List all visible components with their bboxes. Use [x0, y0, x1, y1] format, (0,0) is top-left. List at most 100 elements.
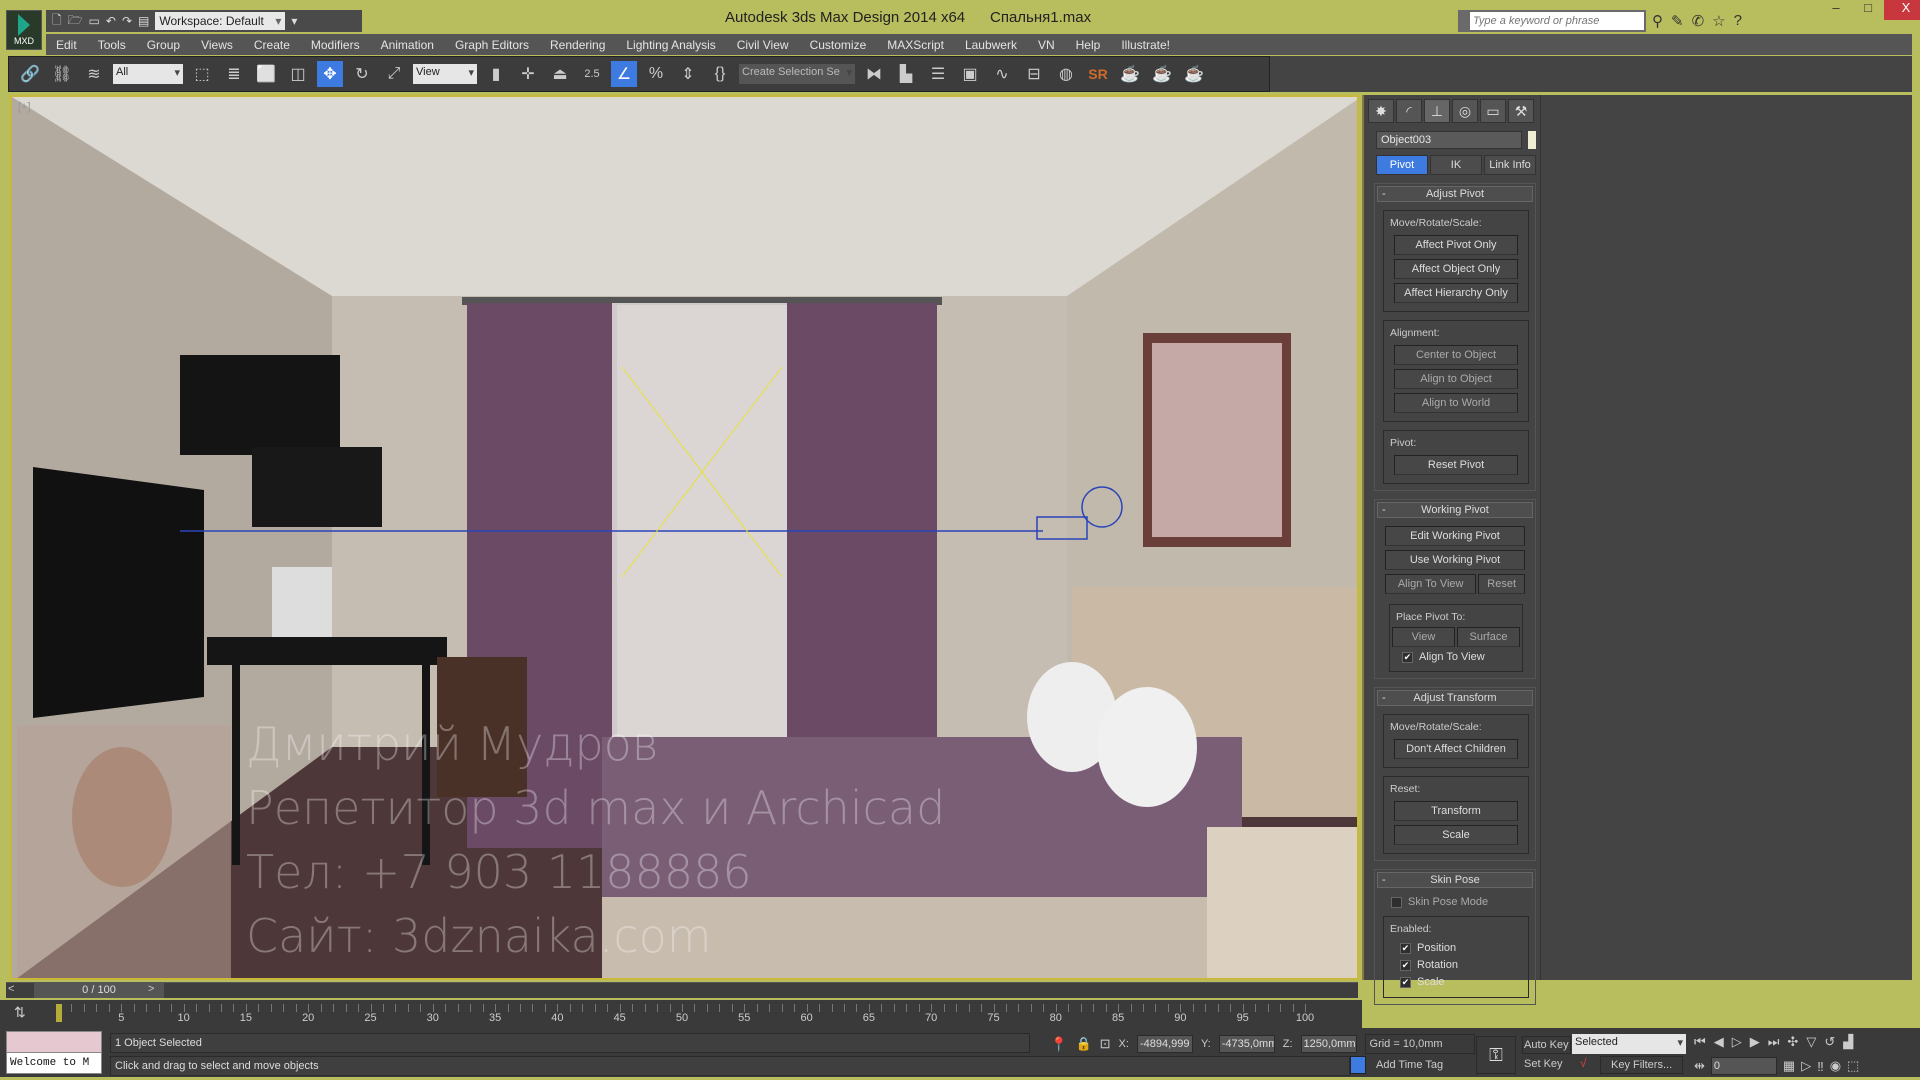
open-file-icon[interactable]: 🗁 — [68, 11, 83, 32]
play-icon[interactable]: ▷ — [1732, 1034, 1742, 1050]
camera-viewport[interactable]: [+] Дмитрий Мудров Репетитор 3d max и Ar… — [10, 95, 1359, 980]
x-coordinate-field[interactable]: -4894,999 — [1136, 1035, 1193, 1053]
place-surface-button[interactable]: Surface — [1457, 627, 1520, 647]
z-coordinate-field[interactable]: 1250,0mm — [1300, 1035, 1357, 1053]
default-in-out-tangent-icon[interactable]: √ — [1580, 1056, 1587, 1070]
time-tag-icon[interactable] — [1350, 1056, 1366, 1074]
render-setup-icon[interactable]: ☕ — [1117, 61, 1143, 87]
align-to-object-button[interactable]: Align to Object — [1394, 369, 1518, 389]
select-by-name-icon[interactable]: ≣ — [221, 61, 247, 87]
scene-explorer-icon[interactable]: ▣ — [957, 61, 983, 87]
rollout-header[interactable]: Skin Pose — [1377, 872, 1533, 888]
menu-help[interactable]: Help — [1076, 38, 1101, 52]
rendered-frame-window-icon[interactable]: ☕ — [1149, 61, 1175, 87]
menu-graph-editors[interactable]: Graph Editors — [455, 38, 529, 52]
menu-vn[interactable]: VN — [1038, 38, 1055, 52]
rollout-header[interactable]: Adjust Pivot — [1377, 186, 1533, 202]
save-icon[interactable]: ▭ — [89, 14, 100, 28]
absolute-mode-icon[interactable]: ⊡ — [1100, 1036, 1111, 1052]
motion-tab-icon[interactable]: ◎ — [1452, 99, 1478, 123]
render-production-icon[interactable]: ☕ — [1181, 61, 1207, 87]
rollout-header[interactable]: Working Pivot — [1377, 502, 1533, 518]
time-configuration-icon[interactable]: ▦ — [1783, 1058, 1795, 1074]
align-icon[interactable]: ▙ — [893, 61, 919, 87]
window-crossing-icon[interactable]: ◫ — [285, 61, 311, 87]
current-frame-field[interactable]: 0 — [1710, 1057, 1777, 1075]
render-sr-icon[interactable]: SR — [1085, 61, 1111, 87]
affect-hierarchy-only-button[interactable]: Affect Hierarchy Only — [1394, 283, 1518, 303]
angle-snap-icon[interactable]: ∠ — [611, 61, 637, 87]
next-frame-icon[interactable]: > — [148, 983, 154, 995]
keyboard-shortcut-override-icon[interactable]: ⏏ — [547, 61, 573, 87]
scale-checkbox[interactable]: ✔ Scale — [1400, 976, 1512, 988]
reset-scale-button[interactable]: Scale — [1394, 825, 1518, 845]
ik-tab[interactable]: IK — [1430, 155, 1482, 175]
reset-working-pivot-button[interactable]: Reset — [1478, 574, 1525, 594]
y-coordinate-field[interactable]: -4735,0mm — [1218, 1035, 1275, 1053]
percent-snap-icon[interactable]: % — [643, 61, 669, 87]
selection-filter-dropdown[interactable]: All — [113, 64, 183, 84]
communication-icon[interactable]: ✆ — [1692, 12, 1705, 30]
menu-maxscript[interactable]: MAXScript — [887, 38, 944, 52]
min-max-toggle-icon[interactable]: ⬚ — [1847, 1058, 1859, 1074]
binoculars-icon[interactable]: ⚲ — [1652, 12, 1663, 30]
key-icon[interactable]: ✎ — [1671, 12, 1684, 30]
qat-customize-icon[interactable]: ▾ — [291, 14, 297, 28]
reference-coordinate-dropdown[interactable]: View — [413, 64, 477, 84]
favorites-star-icon[interactable]: ☆ — [1712, 12, 1725, 30]
create-tab-icon[interactable]: ✸ — [1368, 99, 1394, 123]
menu-laubwerk[interactable]: Laubwerk — [965, 38, 1017, 52]
workspace-dropdown[interactable]: Workspace: Default — [155, 12, 286, 30]
go-to-end-icon[interactable]: ⏭ — [1768, 1034, 1780, 1050]
use-working-pivot-button[interactable]: Use Working Pivot — [1385, 550, 1525, 570]
viewport-label[interactable]: [+] — [18, 101, 31, 113]
redo-icon[interactable]: ↷ — [122, 14, 132, 28]
orbit-icon[interactable]: ↺ — [1824, 1034, 1835, 1050]
affect-object-only-button[interactable]: Affect Object Only — [1394, 259, 1518, 279]
modify-tab-icon[interactable]: ◜ — [1396, 99, 1422, 123]
key-filters-button[interactable]: Key Filters... — [1600, 1056, 1684, 1074]
select-object-icon[interactable]: ⬚ — [189, 61, 215, 87]
center-to-object-button[interactable]: Center to Object — [1394, 345, 1518, 365]
material-editor-icon[interactable]: ◍ — [1053, 61, 1079, 87]
minimize-button[interactable]: – — [1820, 0, 1852, 20]
edit-working-pivot-button[interactable]: Edit Working Pivot — [1385, 526, 1525, 546]
edit-named-selection-icon[interactable]: {} — [707, 61, 733, 87]
schematic-view-icon[interactable]: ⊟ — [1021, 61, 1047, 87]
undo-icon[interactable]: ↶ — [106, 14, 116, 28]
spinner-snap-icon[interactable]: ⇕ — [675, 61, 701, 87]
manipulate-icon[interactable]: ✛ — [515, 61, 541, 87]
place-view-button[interactable]: View — [1392, 627, 1455, 647]
hierarchy-tab-icon[interactable]: ⊥ — [1424, 99, 1450, 123]
curve-editor-toggle-icon[interactable]: ⇅ — [14, 1004, 26, 1021]
key-mode-toggle-icon[interactable]: ⇹ — [1694, 1058, 1705, 1074]
align-to-world-button[interactable]: Align to World — [1394, 393, 1518, 413]
key-mode-dropdown[interactable]: Selected — [1572, 1034, 1686, 1054]
dont-affect-children-button[interactable]: Don't Affect Children — [1394, 739, 1518, 759]
set-keys-key-icon[interactable]: ⚿ — [1476, 1036, 1516, 1074]
menu-modifiers[interactable]: Modifiers — [311, 38, 360, 52]
current-frame-marker[interactable] — [56, 1004, 62, 1022]
named-selection-set-dropdown[interactable]: Create Selection Se — [739, 64, 855, 84]
select-and-link-icon[interactable]: 🔗 — [17, 61, 43, 87]
menu-create[interactable]: Create — [254, 38, 290, 52]
project-folder-icon[interactable]: ▤ — [138, 14, 149, 28]
search-input[interactable] — [1470, 12, 1644, 30]
snaps-toggle-icon[interactable]: 2.5 — [579, 61, 605, 87]
rotation-checkbox[interactable]: ✔ Rotation — [1400, 959, 1512, 971]
help-icon[interactable]: ? — [1734, 12, 1742, 30]
maximize-button[interactable]: □ — [1852, 0, 1884, 20]
menu-animation[interactable]: Animation — [381, 38, 434, 52]
unlink-icon[interactable]: ⛓ — [49, 61, 75, 87]
link-info-tab[interactable]: Link Info — [1484, 155, 1536, 175]
menu-lighting-analysis[interactable]: Lighting Analysis — [626, 38, 715, 52]
menu-edit[interactable]: Edit — [56, 38, 77, 52]
zoom-extents-icon[interactable]: ✣ — [1787, 1034, 1798, 1050]
mirror-icon[interactable]: ⧓ — [861, 61, 887, 87]
pivot-tab[interactable]: Pivot — [1376, 155, 1428, 175]
maxscript-listener-output[interactable]: Welcome to M — [6, 1052, 102, 1074]
display-tab-icon[interactable]: ▭ — [1480, 99, 1506, 123]
previous-frame-icon[interactable]: ◀ — [1714, 1034, 1724, 1050]
bind-space-warp-icon[interactable]: ≋ — [81, 61, 107, 87]
utilities-tab-icon[interactable]: ⚒ — [1508, 99, 1534, 123]
